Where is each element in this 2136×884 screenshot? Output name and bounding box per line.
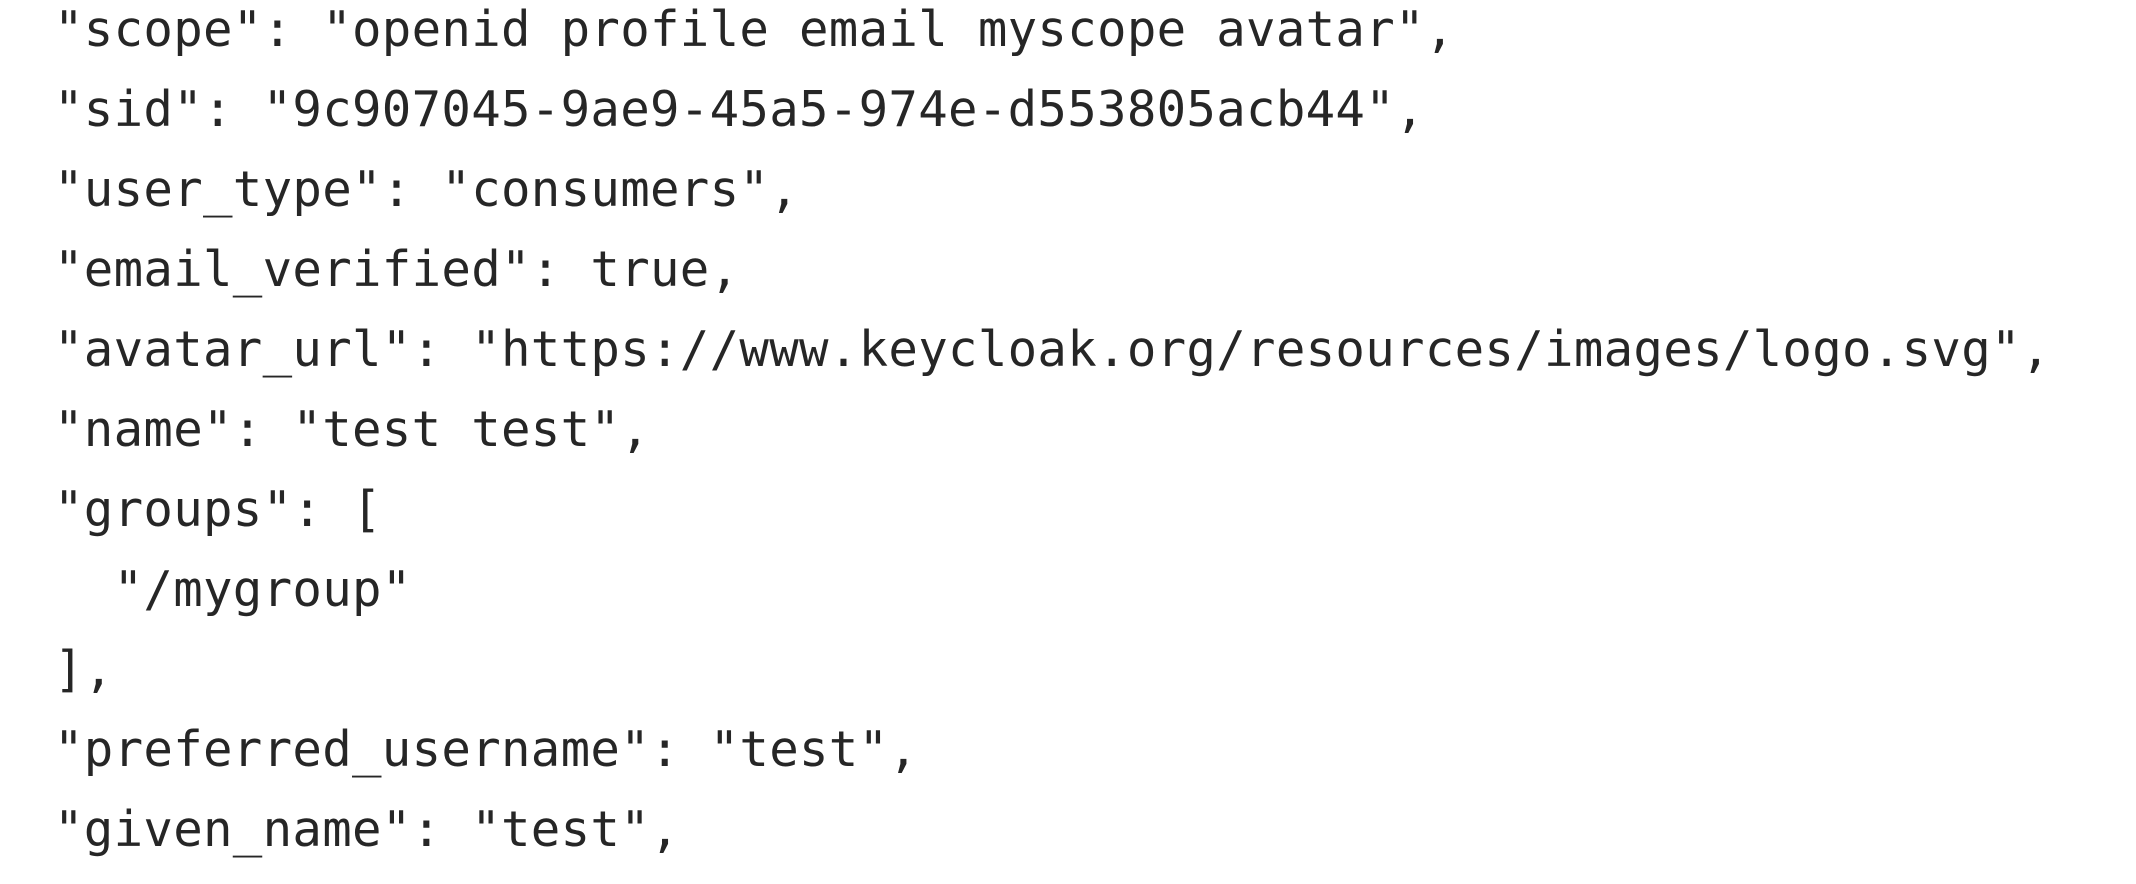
- json-code-block: }, "scope": "openid profile email myscop…: [54, 0, 2051, 870]
- code-line-given-name: "given_name": "test",: [54, 801, 680, 858]
- code-line-groups-open: "groups": [: [54, 481, 382, 538]
- code-line-group-item: "/mygroup": [54, 561, 412, 618]
- code-line-scope: "scope": "openid profile email myscope a…: [54, 1, 1455, 58]
- code-line-groups-close: ],: [54, 641, 114, 698]
- code-line-user-type: "user_type": "consumers",: [54, 161, 800, 218]
- code-line-sid: "sid": "9c907045-9ae9-45a5-974e-d553805a…: [54, 81, 1425, 138]
- code-line-email-verified: "email_verified": true,: [54, 241, 740, 298]
- code-line-preferred-username: "preferred_username": "test",: [54, 721, 919, 778]
- code-line-name: "name": "test test",: [54, 401, 651, 458]
- json-code-viewer: }, "scope": "openid profile email myscop…: [0, 0, 2136, 884]
- code-line-avatar-url: "avatar_url": "https://www.keycloak.org/…: [54, 321, 2051, 378]
